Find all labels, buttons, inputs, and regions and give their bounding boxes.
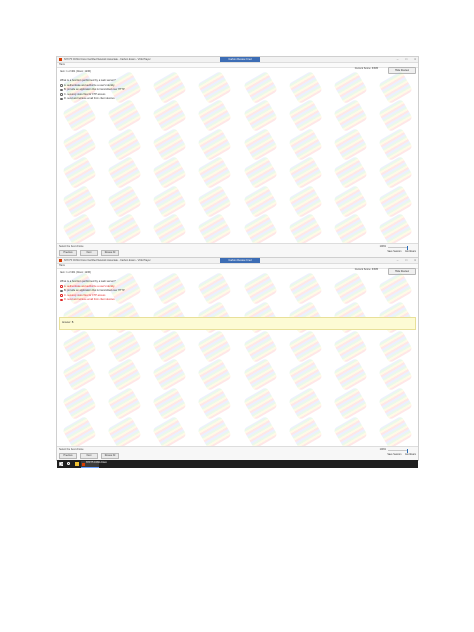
window-title: NYFY5 CCNA Cisco Certified Network Assoc… — [64, 58, 151, 61]
close-icon[interactable]: × — [414, 258, 416, 263]
zoom-slider[interactable] — [388, 245, 408, 250]
radio-icon[interactable] — [60, 97, 63, 100]
nav-buttons: Previous Next Review All — [59, 250, 119, 256]
status-text: Select the best choice — [59, 245, 84, 248]
bottom-bar: Select the best choice Previous Next Rev… — [57, 446, 418, 460]
app-icon — [82, 462, 85, 466]
exam-window-1: NYFY5 CCNA Cisco Certified Network Assoc… — [57, 57, 418, 257]
current-score: Current Score: 3/305 — [354, 67, 378, 70]
answer-box: Answer: B — [59, 317, 416, 330]
search-icon[interactable] — [67, 462, 70, 465]
zoom-thumb[interactable] — [406, 245, 408, 250]
window-controls: – □ × — [397, 57, 416, 62]
answer-options: A. authenticate and authorize a user's i… — [60, 83, 125, 101]
maximize-icon[interactable]: □ — [405, 57, 407, 62]
end-exam-button[interactable]: End Exam — [405, 251, 416, 253]
session-buttons: Save Session End Exam — [387, 454, 416, 456]
folder-icon[interactable] — [75, 462, 79, 466]
app-icon — [59, 259, 62, 262]
answer-text: Answer: B — [62, 321, 74, 324]
maximize-icon[interactable]: □ — [405, 258, 407, 263]
zoom-slider[interactable] — [388, 448, 408, 453]
next-button[interactable]: Next — [80, 250, 98, 256]
end-exam-button[interactable]: End Exam — [405, 454, 416, 456]
session-buttons: Save Session End Exam — [387, 251, 416, 253]
question-text: What is a function performed by a web se… — [60, 280, 116, 283]
previous-button[interactable]: Previous — [59, 453, 77, 459]
previous-button[interactable]: Previous — [59, 250, 77, 256]
windows-start-icon[interactable] — [59, 462, 63, 466]
radio-icon[interactable] — [60, 289, 63, 292]
menu-item-hans[interactable]: Hans — [59, 264, 65, 268]
option-d[interactable]: D. send and retrieve email from client d… — [60, 298, 125, 303]
app-icon — [59, 58, 62, 61]
zoom-level: 100% — [379, 448, 386, 451]
radio-icon[interactable] — [60, 294, 63, 297]
save-session-button[interactable]: Save Session — [387, 251, 401, 253]
radio-icon[interactable] — [60, 93, 63, 96]
taskbar-app-label: NYFY5 CCNA Cisco — [86, 462, 107, 465]
zoom-thumb[interactable] — [406, 448, 408, 453]
center-tab[interactable]: Carbon Review Cred — [220, 57, 260, 62]
radio-icon[interactable] — [60, 285, 63, 288]
radio-icon[interactable] — [60, 84, 63, 87]
minimize-icon[interactable]: – — [397, 258, 399, 263]
option-d[interactable]: D. send and retrieve email from client d… — [60, 97, 125, 102]
save-session-button[interactable]: Save Session — [387, 454, 401, 456]
question-area: What is a function performed by a web se… — [57, 70, 418, 247]
review-all-button[interactable]: Review All — [101, 250, 119, 256]
question-text: What is a function performed by a web se… — [60, 79, 116, 82]
status-text: Select the best choice — [59, 448, 84, 451]
current-score: Current Score: 3/305 — [354, 268, 378, 271]
bottom-bar: Select the best choice Previous Next Rev… — [57, 243, 418, 257]
minimize-icon[interactable]: – — [397, 57, 399, 62]
question-area: What is a function performed by a web se… — [57, 271, 418, 450]
close-icon[interactable]: × — [414, 57, 416, 62]
answer-options: A. authenticate and authorize a user's i… — [60, 284, 125, 302]
taskbar-app-button[interactable]: NYFY5 CCNA Cisco — [81, 461, 107, 468]
nav-buttons: Previous Next Review All — [59, 453, 119, 459]
radio-icon[interactable] — [60, 298, 63, 301]
center-tab[interactable]: Carbon Review Cred — [220, 258, 260, 263]
radio-icon[interactable] — [60, 88, 63, 91]
window-controls: – □ × — [397, 258, 416, 263]
menu-item-hans[interactable]: Hans — [59, 63, 65, 67]
next-button[interactable]: Next — [80, 453, 98, 459]
review-all-button[interactable]: Review All — [101, 453, 119, 459]
window-title: NYFY5 CCNA Cisco Certified Network Assoc… — [64, 259, 151, 262]
exam-window-2: NYFY5 CCNA Cisco Certified Network Assoc… — [57, 258, 418, 460]
taskbar: NYFY5 CCNA Cisco — [57, 460, 418, 468]
zoom-level: 100% — [379, 245, 386, 248]
